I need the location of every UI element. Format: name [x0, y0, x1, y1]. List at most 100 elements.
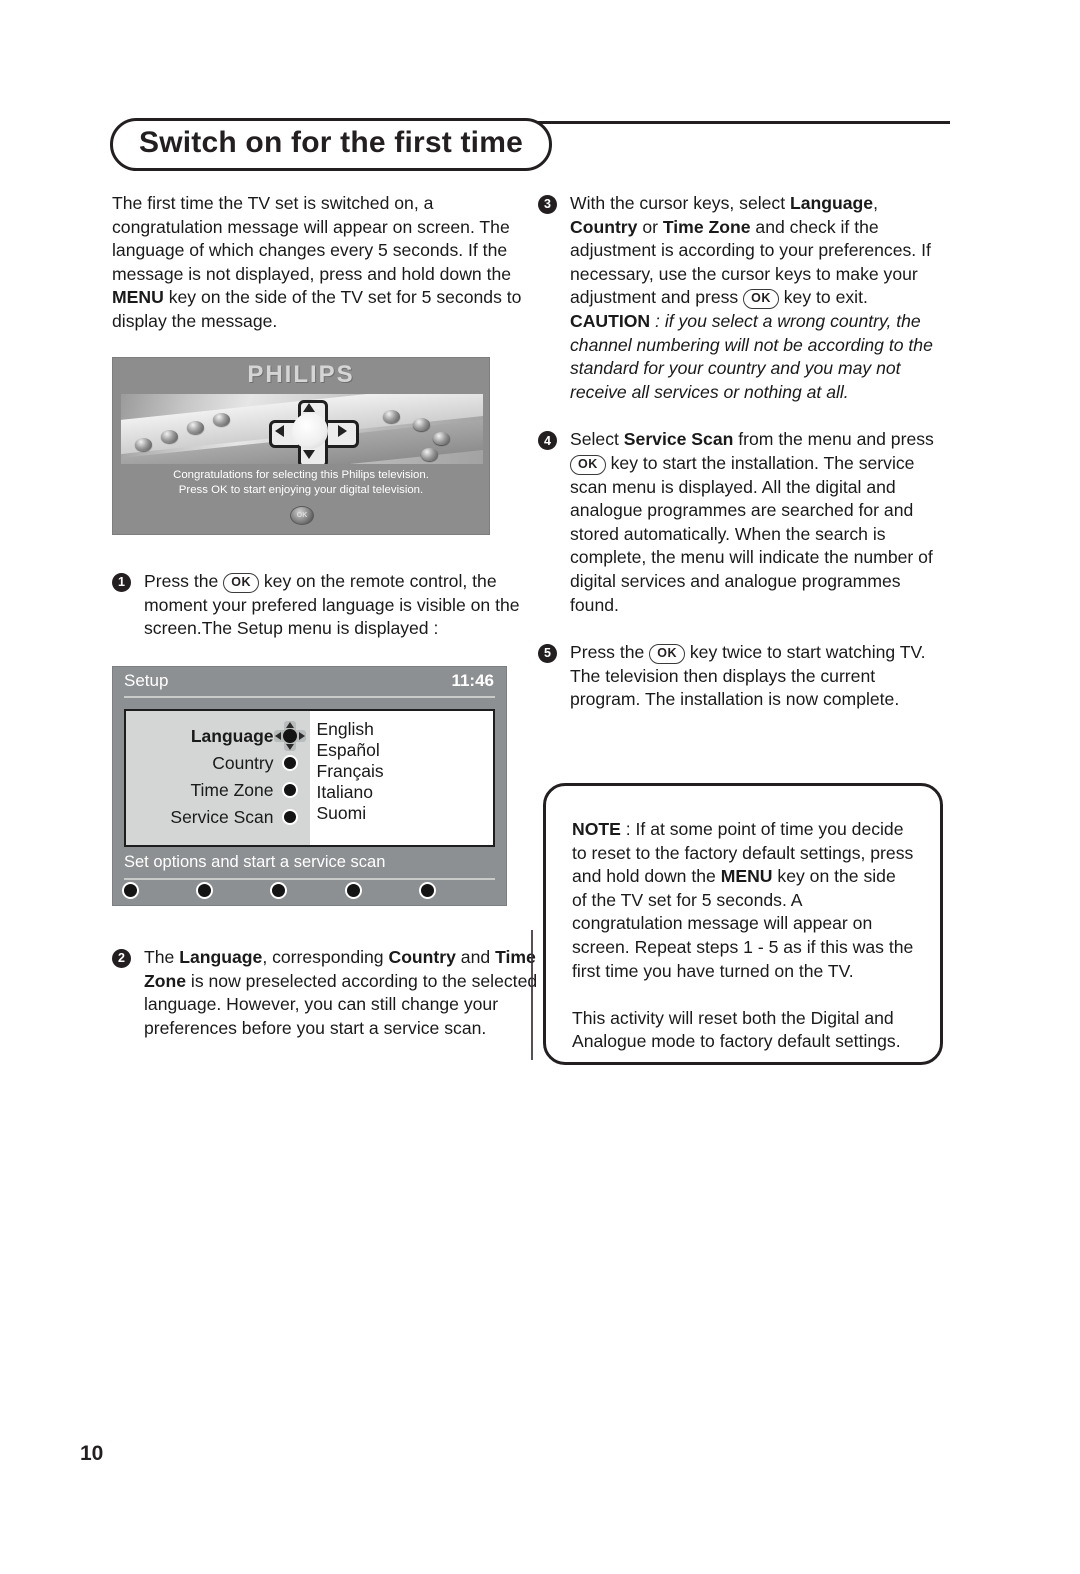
dpad-left-arrow-icon [275, 425, 284, 437]
remote-button [421, 448, 438, 461]
setup-menu-titlebar: Setup 11:46 [113, 667, 506, 703]
left-column: The first time the TV set is switched on… [112, 192, 532, 340]
setup-menu-title-divider [124, 696, 495, 698]
manual-page: Switch on for the first time The first t… [0, 0, 1080, 1574]
step-3-caution: CAUTION : if you select a wrong country,… [570, 310, 950, 404]
language-option-english[interactable]: English [317, 719, 494, 740]
setup-item-country[interactable]: Country [126, 751, 310, 775]
intro-text-part2: key on the side of the TV set for 5 seco… [112, 287, 522, 331]
scan-artifact-line [531, 930, 533, 1060]
bullet-icon [283, 757, 296, 769]
setup-menu-footer-divider [124, 878, 495, 880]
step-4-text: Select Service Scan from the menu and pr… [570, 428, 950, 617]
step-4: 4 Select Service Scan from the menu and … [538, 428, 950, 617]
step-3-seg-5: key to exit. [778, 287, 868, 308]
congratulation-line-2: Press OK to start enjoying your digital … [178, 484, 424, 496]
step-2-bold-language: Language [179, 947, 263, 967]
page-header: Switch on for the first time [110, 110, 950, 172]
congratulation-message: Congratulations for selecting this Phili… [113, 468, 489, 498]
ok-key-icon: OK [223, 573, 259, 593]
step-2-bold-country: Country [388, 947, 456, 967]
step-2-seg-3: and [455, 947, 496, 967]
step-2: 2 The Language, corresponding Country an… [112, 946, 569, 1040]
footer-dot-icon [346, 884, 360, 897]
remote-button [213, 413, 230, 426]
setup-item-language[interactable]: Language [126, 721, 310, 751]
step-4-bold-service-scan: Service Scan [623, 429, 734, 450]
note-box: NOTE : If at some point of time you deci… [543, 783, 943, 1065]
step-4-seg-3: key to start the installation. The servi… [570, 452, 933, 615]
note-label: NOTE [572, 819, 621, 839]
setup-item-time-zone-label: Time Zone [190, 779, 274, 800]
setup-item-service-scan[interactable]: Service Scan [126, 805, 310, 829]
congratulation-line-1: Congratulations for selecting this Phili… [173, 469, 429, 481]
dpad-center-hub [292, 413, 328, 449]
remote-control-photo [121, 394, 483, 464]
step-3: 3 With the cursor keys, select Language,… [538, 192, 950, 404]
dpad-cursor-icon [273, 721, 306, 751]
footer-dot-icon [420, 884, 434, 897]
language-option-italiano[interactable]: Italiano [317, 782, 494, 803]
step-1: 1 Press the OK key on the remote control… [112, 570, 564, 641]
footer-dot-icon [198, 884, 212, 897]
remote-button [383, 410, 400, 423]
step-2-seg-2: , corresponding [262, 947, 389, 967]
note-paragraph-2: This activity will reset both the Digita… [572, 1007, 901, 1052]
intro-text-part1: The first time the TV set is switched on… [112, 193, 512, 284]
dpad-down-arrow-icon [303, 450, 315, 459]
step-4-seg-1: Select [570, 429, 624, 450]
page-title-badge: Switch on for the first time [110, 118, 552, 171]
header-rule [520, 121, 950, 124]
step-2-seg-4: is now preselected according to the sele… [144, 970, 538, 1038]
setup-menu-footer: Set options and start a service scan [113, 851, 506, 905]
setup-item-service-scan-label: Service Scan [170, 806, 274, 827]
menu-key-bold: MENU [112, 287, 164, 308]
language-option-espanol[interactable]: Español [317, 740, 494, 761]
step-5-text: Press the OK key twice to start watching… [570, 641, 950, 712]
language-option-francais[interactable]: Français [317, 761, 494, 782]
remote-dpad-photo [267, 400, 359, 464]
step-5: 5 Press the OK key twice to start watchi… [538, 641, 950, 712]
setup-menu-footer-dots [124, 884, 495, 904]
remote-button [187, 421, 204, 434]
step-1-text: Press the OK key on the remote control, … [144, 570, 564, 641]
step-5-seg-1: Press the [570, 642, 650, 663]
setup-menu-screenshot: Setup 11:46 Language Country Time Zone S… [112, 666, 507, 906]
step-1-number: 1 [112, 573, 131, 592]
step-3-seg-1: With the cursor keys, select [570, 193, 790, 213]
step-3-seg-3: or [637, 216, 663, 237]
setup-item-time-zone[interactable]: Time Zone [126, 778, 310, 802]
ok-button-badge-icon: OK [290, 506, 314, 525]
remote-button [135, 438, 152, 451]
ok-key-icon: OK [570, 454, 606, 475]
step-3-bold-language: Language [790, 193, 874, 213]
setup-menu-panel: Language Country Time Zone Service Scan … [124, 709, 495, 847]
step-1-text-before: Press the [144, 571, 224, 591]
step-3-bold-time-zone: Time Zone [662, 216, 751, 237]
note-paragraph-1: NOTE : If at some point of time you deci… [572, 818, 914, 983]
step-3-number: 3 [538, 195, 557, 214]
language-option-suomi[interactable]: Suomi [317, 803, 494, 824]
note-bold-menu: MENU [720, 866, 773, 887]
setup-menu-title: Setup [124, 671, 169, 690]
ok-key-icon: OK [649, 644, 685, 665]
dpad-right-arrow-icon [338, 425, 347, 437]
footer-dot-icon [124, 884, 137, 897]
caution-label: CAUTION [570, 310, 651, 331]
page-title: Switch on for the first time [139, 126, 523, 159]
remote-button [161, 430, 178, 443]
step-2-seg-1: The [144, 947, 180, 967]
footer-dot-icon [272, 884, 286, 897]
setup-menu-hint: Set options and start a service scan [124, 853, 386, 871]
setup-item-country-label: Country [212, 752, 274, 773]
step-2-number: 2 [112, 949, 131, 968]
setup-menu-language-list: English Español Français Italiano Suomi [309, 711, 494, 845]
step-4-seg-2: from the menu and press [733, 429, 934, 450]
philips-logo: PHILIPS [247, 361, 355, 388]
tv-congratulation-image: PHILIPS Congratulations for selecting th… [112, 357, 490, 535]
step-4-number: 4 [538, 431, 557, 451]
step-3-text: With the cursor keys, select Language, C… [570, 192, 950, 310]
setup-menu-clock: 11:46 [451, 671, 494, 690]
step-2-text: The Language, corresponding Country and … [144, 946, 569, 1040]
step-3-seg-2: , [873, 193, 878, 213]
